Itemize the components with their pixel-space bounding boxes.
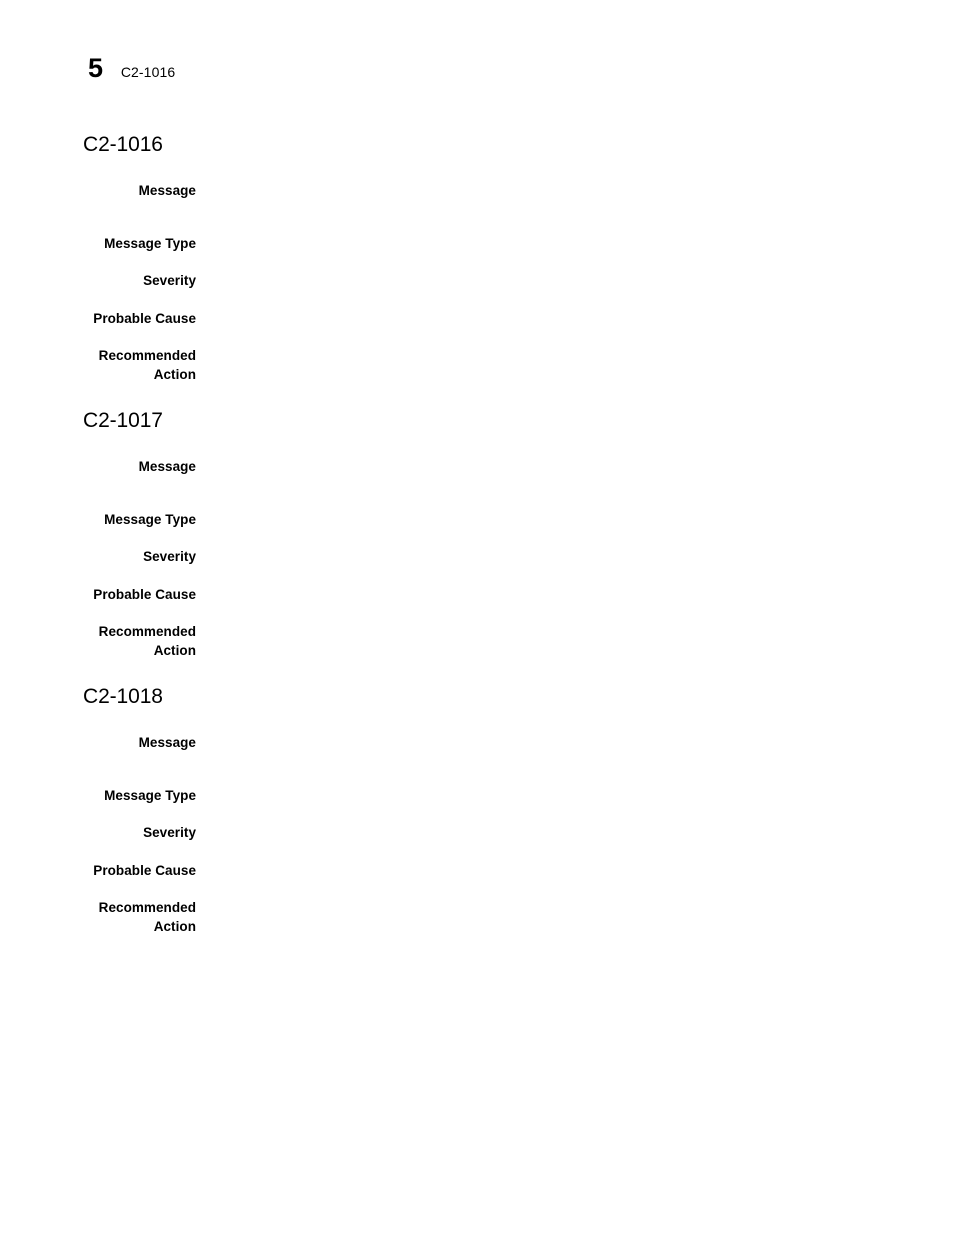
field-label: Recommended Action <box>98 900 196 934</box>
field-row: Message Type <box>0 511 954 530</box>
field-value <box>196 623 954 642</box>
field-label: Probable Cause <box>93 311 196 326</box>
field-label: Probable Cause <box>93 587 196 602</box>
field-row: Severity <box>0 548 954 567</box>
field-value <box>196 511 954 530</box>
field-label: Recommended Action <box>98 624 196 658</box>
field-value <box>196 734 954 753</box>
field-label: Recommended Action <box>98 348 196 382</box>
page-number: 5 <box>88 53 103 83</box>
field-row: Message <box>0 458 954 477</box>
field-row: Message Type <box>0 787 954 806</box>
document-page: 5 C2-1016 C2-1016 Message Message Type Seve… <box>0 0 954 1235</box>
field-value <box>196 182 954 201</box>
field-value <box>196 548 954 567</box>
field-row: Message Type <box>0 235 954 254</box>
field-row: Message <box>0 182 954 201</box>
field-row: Probable Cause <box>0 310 954 329</box>
section-heading: C2-1018 <box>83 685 163 708</box>
page-running-header: 5 C2-1016 <box>88 55 175 82</box>
field-label: Severity <box>143 549 196 564</box>
field-row: Message <box>0 734 954 753</box>
field-label: Message Type <box>104 512 196 527</box>
section-heading: C2-1017 <box>83 409 163 432</box>
field-row: Recommended Action <box>0 899 954 936</box>
field-row: Probable Cause <box>0 586 954 605</box>
field-label: Message <box>138 183 196 198</box>
running-header-topic: C2-1016 <box>120 64 176 80</box>
field-value <box>196 862 954 881</box>
field-row: Recommended Action <box>0 623 954 660</box>
field-value <box>196 899 954 918</box>
field-label: Severity <box>143 273 196 288</box>
field-row: Probable Cause <box>0 862 954 881</box>
field-label: Message Type <box>104 788 196 803</box>
field-value <box>196 310 954 329</box>
field-value <box>196 458 954 477</box>
field-label: Message <box>138 735 196 750</box>
field-value <box>196 824 954 843</box>
field-row: Recommended Action <box>0 347 954 384</box>
field-row: Severity <box>0 272 954 291</box>
field-value <box>196 272 954 291</box>
field-value <box>196 586 954 605</box>
field-value <box>196 347 954 366</box>
field-label: Message <box>138 459 196 474</box>
field-label: Severity <box>143 825 196 840</box>
field-label: Message Type <box>104 236 196 251</box>
section-heading: C2-1016 <box>83 133 163 156</box>
field-label: Probable Cause <box>93 863 196 878</box>
field-value <box>196 235 954 254</box>
field-value <box>196 787 954 806</box>
field-row: Severity <box>0 824 954 843</box>
